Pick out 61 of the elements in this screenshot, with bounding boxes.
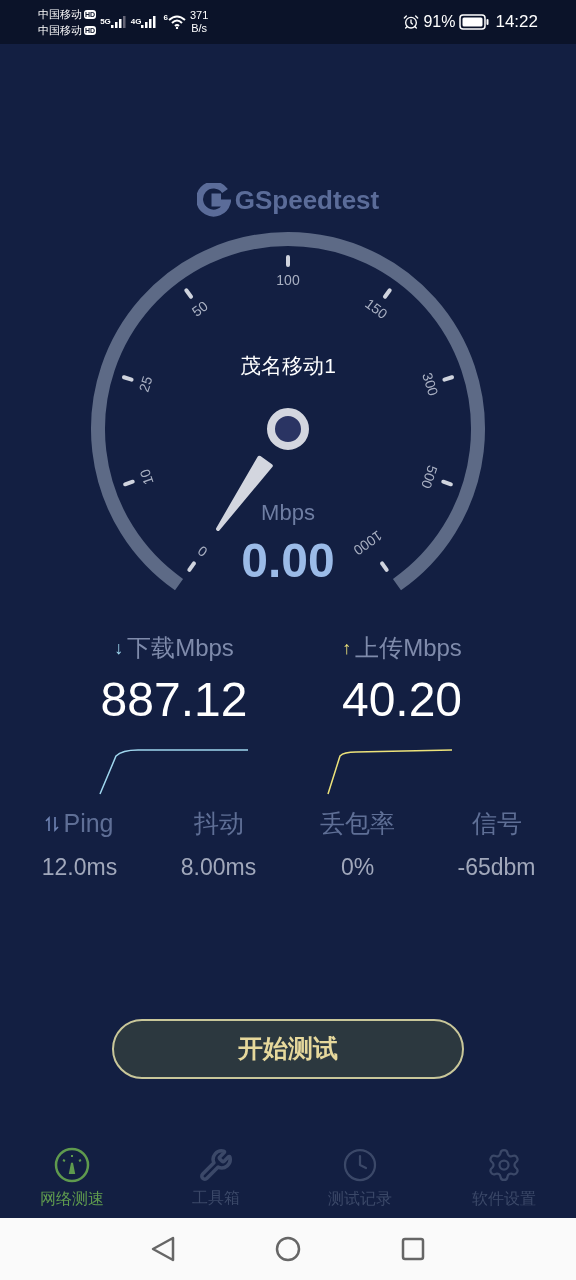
needle-hub [267, 408, 309, 450]
result-value: 40.20 [341, 672, 463, 728]
stat-label: 信号 [471, 808, 522, 840]
tick-mark [441, 479, 453, 487]
tick-label: 10 [136, 467, 157, 487]
tick-mark [380, 561, 389, 572]
app-title: GSpeedtest [234, 183, 380, 217]
home-icon[interactable] [275, 1236, 301, 1262]
tick-mark [442, 375, 455, 382]
tick-label: 50 [188, 297, 211, 320]
speedometer-icon [54, 1147, 90, 1183]
up-down-arrows-icon [45, 815, 60, 833]
start-test-button[interactable]: 开始测试 [112, 1018, 464, 1079]
tick-mark [121, 375, 134, 382]
stat-label: Ping [63, 808, 114, 840]
wifi-icon [167, 15, 186, 29]
tick-mark [382, 288, 392, 299]
net-speed: 371 [189, 9, 209, 22]
speed-reading: 0.00 [241, 533, 335, 587]
clock-time: 14:22 [495, 11, 538, 34]
carrier-name: 中国移动 [38, 7, 82, 22]
back-icon[interactable] [151, 1236, 175, 1262]
signal-icon [110, 16, 127, 28]
tick-label: 300 [419, 370, 442, 398]
stat-label: 抖动 [193, 808, 244, 840]
wifi-band-label: 6 [163, 12, 168, 24]
network-type: 5G [100, 16, 111, 28]
tick-label: 100 [276, 271, 300, 288]
direction-arrow: ↑ [342, 636, 352, 660]
server-name: 茂名移动1 [240, 353, 336, 377]
tick-mark [286, 255, 290, 267]
net-speed-unit: B/s [191, 22, 208, 35]
direction-arrow: ↓ [114, 636, 124, 660]
tick-mark [187, 561, 196, 572]
recents-icon[interactable] [401, 1237, 425, 1261]
signal-icon [141, 16, 158, 28]
settings-icon [486, 1147, 522, 1183]
battery-icon [459, 14, 490, 30]
nav-tab[interactable]: 网络测速 [0, 1140, 144, 1218]
wrench-icon [199, 1148, 233, 1182]
stat-label: 丢包率 [320, 808, 395, 840]
tick-mark [184, 288, 194, 299]
stat-value: 0% [340, 853, 375, 882]
stat-value: -65dbm [457, 853, 536, 882]
alarm-icon [403, 14, 420, 30]
tick-label: 150 [362, 295, 391, 322]
result-value: 887.12 [100, 672, 248, 728]
battery-percent: 91% [423, 12, 456, 32]
result-label: 上传Mbps [355, 633, 462, 663]
tick-label: 500 [418, 463, 441, 491]
network-type: 4G [130, 16, 142, 28]
tick-label: 25 [135, 374, 156, 394]
result-label: 下载Mbps [127, 633, 234, 663]
clock-icon [342, 1147, 378, 1183]
carrier-name: 中国移动 [38, 23, 82, 38]
unit-label: Mbps [261, 499, 315, 525]
tick-label: 0 [194, 542, 211, 561]
tick-mark [123, 479, 135, 487]
stat-value: 12.0ms [41, 853, 118, 882]
stat-value: 8.00ms [180, 853, 257, 882]
logo-icon [196, 183, 231, 217]
